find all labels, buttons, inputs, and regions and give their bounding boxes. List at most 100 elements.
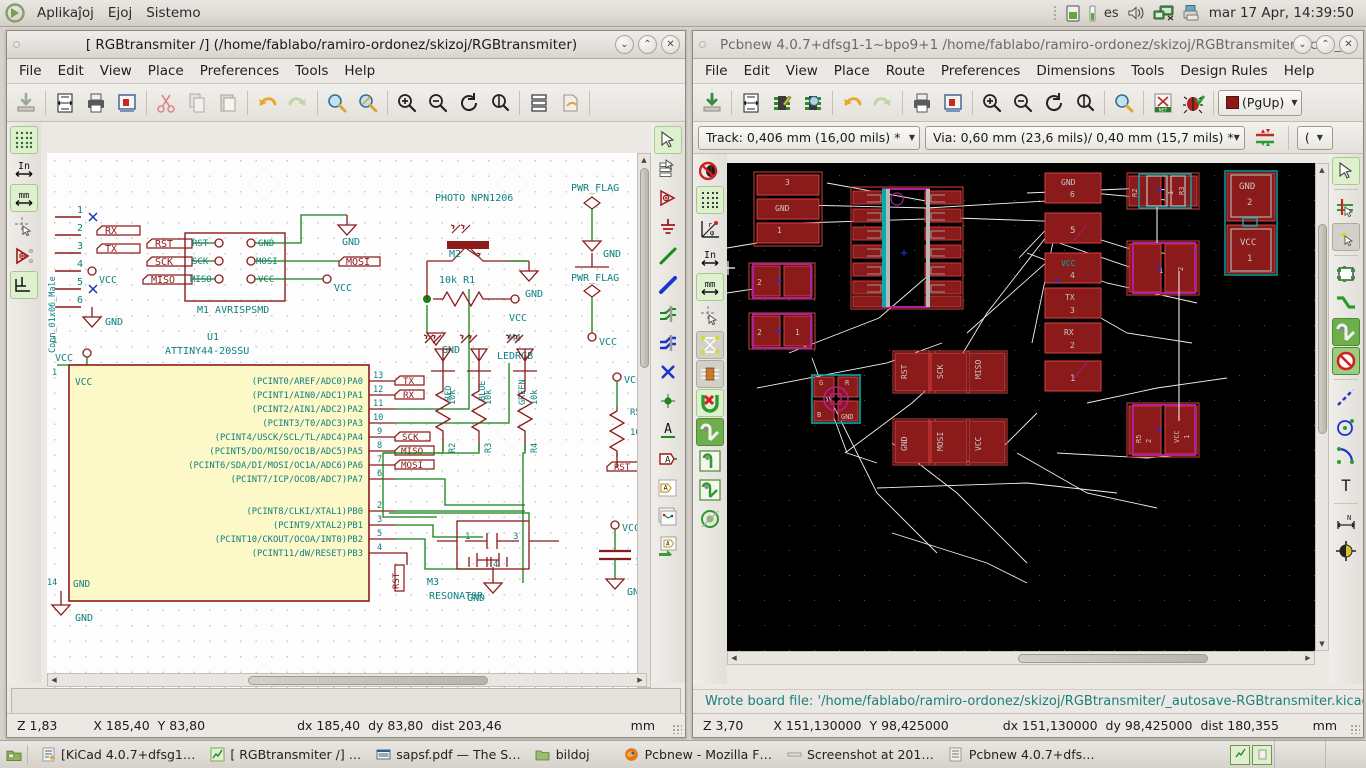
task-button-kicad[interactable]: [KiCad 4.0.7+dfsg1… <box>33 745 202 765</box>
leave-sheet-icon[interactable] <box>555 88 585 118</box>
schematic-hscrollbar[interactable]: ◀ ▶ <box>47 673 647 687</box>
menu-place[interactable]: Place <box>140 60 192 82</box>
chevron-down-icon[interactable]: ▼ <box>1234 133 1240 142</box>
pcb-vscrollbar[interactable]: ▲ ▼ <box>1315 163 1329 651</box>
plot-icon[interactable] <box>112 88 142 118</box>
zoom-in-icon[interactable] <box>977 88 1007 118</box>
pcb-canvas[interactable]: 3 GND 1 2 <box>727 163 1315 651</box>
menu-tools[interactable]: Tools <box>1123 60 1172 82</box>
refresh-icon[interactable] <box>454 88 484 118</box>
eeschema-titlebar[interactable]: [ RGBtransmiter /] (/home/fablabo/ramiro… <box>7 31 685 59</box>
place-wire-to-bus-icon[interactable] <box>654 300 682 328</box>
place-junction-icon[interactable] <box>654 387 682 415</box>
print-icon[interactable] <box>907 88 937 118</box>
place-wire-icon[interactable] <box>654 242 682 270</box>
hscroll-thumb[interactable] <box>1018 654 1208 663</box>
hscroll-thumb[interactable] <box>248 676 488 685</box>
minimize-button[interactable]: ⌄ <box>615 35 634 54</box>
units-inch-icon[interactable]: In <box>10 155 38 183</box>
menu-edit[interactable]: Edit <box>736 60 778 82</box>
scroll-right-arrow[interactable]: ▶ <box>634 674 646 686</box>
minimize-button[interactable]: ⌄ <box>1293 35 1312 54</box>
show-zone-filled-icon[interactable] <box>696 418 724 446</box>
zoom-out-icon[interactable] <box>1008 88 1038 118</box>
vscroll-thumb[interactable] <box>640 168 649 368</box>
track-width-combo[interactable]: Track: 0,406 mm (16,00 mils) * ▼ <box>698 126 920 150</box>
redo-icon[interactable] <box>868 88 898 118</box>
find-icon[interactable] <box>322 88 352 118</box>
zoom-in-icon[interactable] <box>392 88 422 118</box>
menu-preferences[interactable]: Preferences <box>192 60 287 82</box>
schematic-vscrollbar[interactable]: ▲ ▼ <box>637 153 651 688</box>
save-icon[interactable] <box>11 88 41 118</box>
clock[interactable]: mar 17 Apr, 14:39:50 <box>1209 5 1358 21</box>
menu-aplikajoj[interactable]: Aplikaĵoj <box>30 2 101 24</box>
hidden-pins-icon[interactable] <box>10 242 38 270</box>
menu-help[interactable]: Help <box>1276 60 1323 82</box>
open-module-viewer-icon[interactable] <box>798 88 828 118</box>
find-replace-icon[interactable] <box>353 88 383 118</box>
polar-coords-icon[interactable]: rφ <box>696 215 724 243</box>
keyboard-layout-indicator[interactable]: es <box>1104 6 1119 21</box>
redo-icon[interactable] <box>283 88 313 118</box>
maximize-button[interactable]: ⌃ <box>638 35 657 54</box>
add-text-icon[interactable]: T <box>1332 471 1360 499</box>
undo-icon[interactable] <box>252 88 282 118</box>
show-pads-sketch-icon[interactable] <box>696 505 724 533</box>
menu-design-rules[interactable]: Design Rules <box>1172 60 1275 82</box>
place-global-label-icon[interactable]: A <box>654 445 682 473</box>
mate-logo-icon[interactable] <box>4 2 26 24</box>
place-symbol-icon[interactable] <box>654 184 682 212</box>
menu-ejoj[interactable]: Ejoj <box>101 2 139 24</box>
place-net-label-icon[interactable]: A <box>654 416 682 444</box>
network-icon[interactable] <box>1153 4 1175 22</box>
menu-view[interactable]: View <box>92 60 140 82</box>
place-hierarchical-label-icon[interactable]: A <box>654 474 682 502</box>
schematic-canvas[interactable]: Conn_01x06_Male 123 456 <box>47 153 647 688</box>
pcbnew-titlebar[interactable]: Pcbnew 4.0.7+dfsg1-1~bpo9+1 /home/fablab… <box>693 31 1363 59</box>
task-button-pdf[interactable]: sapsf.pdf — The S… <box>368 745 527 765</box>
scroll-down-arrow[interactable]: ▼ <box>1316 638 1328 650</box>
highlight-net-icon[interactable] <box>1332 194 1360 222</box>
chevron-down-icon[interactable]: ▼ <box>1317 133 1323 142</box>
copy-icon[interactable] <box>182 88 212 118</box>
local-ratsnest-icon[interactable] <box>1332 223 1360 251</box>
workspace-1[interactable] <box>1230 745 1250 765</box>
import-sheet-pin-icon[interactable]: A <box>654 532 682 560</box>
printer-icon[interactable] <box>1182 4 1202 22</box>
add-via-icon[interactable] <box>1332 318 1360 346</box>
resize-grip[interactable] <box>672 724 682 734</box>
zoom-fit-icon[interactable] <box>1070 88 1100 118</box>
add-keepout-zone-icon[interactable] <box>1332 347 1360 375</box>
vscroll-thumb[interactable] <box>1318 224 1327 434</box>
units-mm-icon[interactable]: mm <box>696 273 724 301</box>
volume-icon[interactable] <box>1126 4 1146 22</box>
print-icon[interactable] <box>81 88 111 118</box>
scroll-up-arrow[interactable]: ▲ <box>1316 164 1328 176</box>
workspace-2[interactable] <box>1252 745 1272 765</box>
resize-grip[interactable] <box>1350 724 1360 734</box>
close-button[interactable]: ✕ <box>661 35 680 54</box>
battery-small-icon[interactable] <box>1088 4 1097 22</box>
show-ratsnest-icon[interactable] <box>696 331 724 359</box>
save-board-icon[interactable] <box>697 88 727 118</box>
grid-toggle-icon[interactable] <box>10 126 38 154</box>
page-settings-icon[interactable] <box>736 88 766 118</box>
menu-file[interactable]: File <box>697 60 736 82</box>
select-tool-icon[interactable] <box>1332 157 1360 185</box>
place-no-connect-icon[interactable] <box>654 358 682 386</box>
undo-icon[interactable] <box>837 88 867 118</box>
netlist-icon[interactable]: NET <box>1148 88 1178 118</box>
place-power-port-icon[interactable] <box>654 213 682 241</box>
cursor-shape-icon[interactable] <box>10 213 38 241</box>
open-module-editor-icon[interactable] <box>767 88 797 118</box>
battery-icon[interactable] <box>1065 4 1081 22</box>
add-module-icon[interactable] <box>1332 260 1360 288</box>
menu-dimensions[interactable]: Dimensions <box>1028 60 1123 82</box>
menu-edit[interactable]: Edit <box>50 60 92 82</box>
add-origin-icon[interactable] <box>1332 537 1360 565</box>
drc-errors-off-icon[interactable] <box>696 157 724 185</box>
place-bus-to-bus-icon[interactable] <box>654 329 682 357</box>
add-arc-icon[interactable] <box>1332 442 1360 470</box>
zoom-fit-icon[interactable] <box>485 88 515 118</box>
